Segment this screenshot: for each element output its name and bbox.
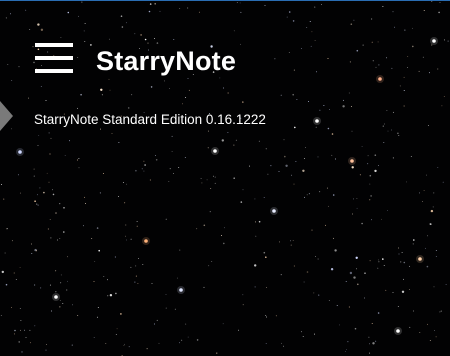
app-title: StarryNote xyxy=(96,46,237,76)
app-window: StarryNote StarryNote Standard Edition 0… xyxy=(0,0,450,356)
menu-bar-top xyxy=(35,43,73,47)
hamburger-menu-icon[interactable] xyxy=(32,41,76,79)
menu-bar-bottom xyxy=(35,69,73,73)
menu-bar-middle xyxy=(35,56,73,60)
side-panel-toggle-icon[interactable] xyxy=(0,101,13,131)
edition-label: StarryNote Standard Edition 0.16.1222 xyxy=(34,112,266,127)
